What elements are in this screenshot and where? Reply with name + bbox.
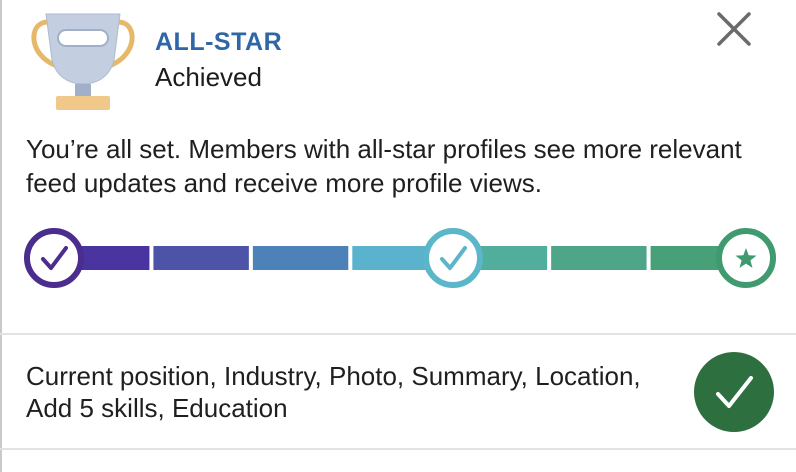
badge-status: Achieved: [155, 62, 262, 92]
divider: [0, 333, 796, 335]
close-icon[interactable]: [713, 8, 755, 50]
meter-segment: [252, 246, 349, 270]
profile-strength-meter: [0, 220, 796, 300]
milestone-intermediate: [423, 228, 483, 288]
milestone-beginner: [24, 228, 84, 288]
meter-segment: [551, 246, 647, 270]
completed-check-badge: [694, 352, 774, 432]
meter-segment: [153, 246, 249, 270]
divider: [0, 448, 796, 450]
trophy-icon: [26, 8, 140, 114]
milestone-all-star: [716, 228, 776, 288]
badge-title: ALL-STAR: [155, 28, 283, 56]
completed-items-list: Current position, Industry, Photo, Summa…: [26, 361, 641, 423]
close-button[interactable]: [713, 8, 755, 50]
badge-description: You’re all set. Members with all-star pr…: [26, 134, 742, 198]
check-icon: [716, 376, 753, 408]
